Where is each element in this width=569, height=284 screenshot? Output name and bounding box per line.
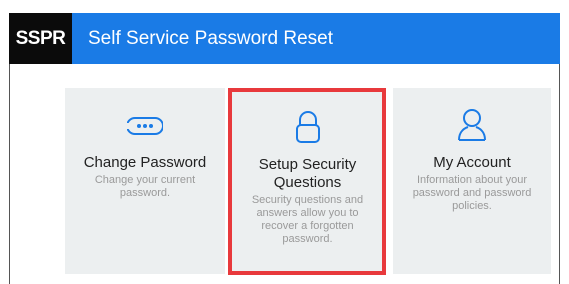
tile-description: Security questions and answers allow you…: [251, 194, 364, 245]
tile-description: Information about your password and pass…: [412, 174, 532, 212]
tile-title: My Account: [433, 154, 511, 171]
my-account-tile[interactable]: My Account Information about your passwo…: [393, 88, 551, 274]
app-title: Self Service Password Reset: [72, 13, 560, 64]
user-icon: [457, 108, 487, 142]
change-password-tile[interactable]: Change Password Change your current pass…: [65, 88, 225, 274]
password-dots-icon: [127, 108, 163, 142]
tile-title: Change Password: [83, 154, 207, 171]
app-logo[interactable]: SSPR: [9, 13, 72, 64]
lock-icon: [294, 110, 322, 144]
setup-security-questions-tile[interactable]: Setup Security Questions Security questi…: [231, 90, 384, 274]
tile-description: Change your current password.: [94, 174, 196, 199]
app-header: SSPR Self Service Password Reset: [9, 13, 560, 64]
tile-title: Setup Security Questions: [258, 156, 357, 191]
